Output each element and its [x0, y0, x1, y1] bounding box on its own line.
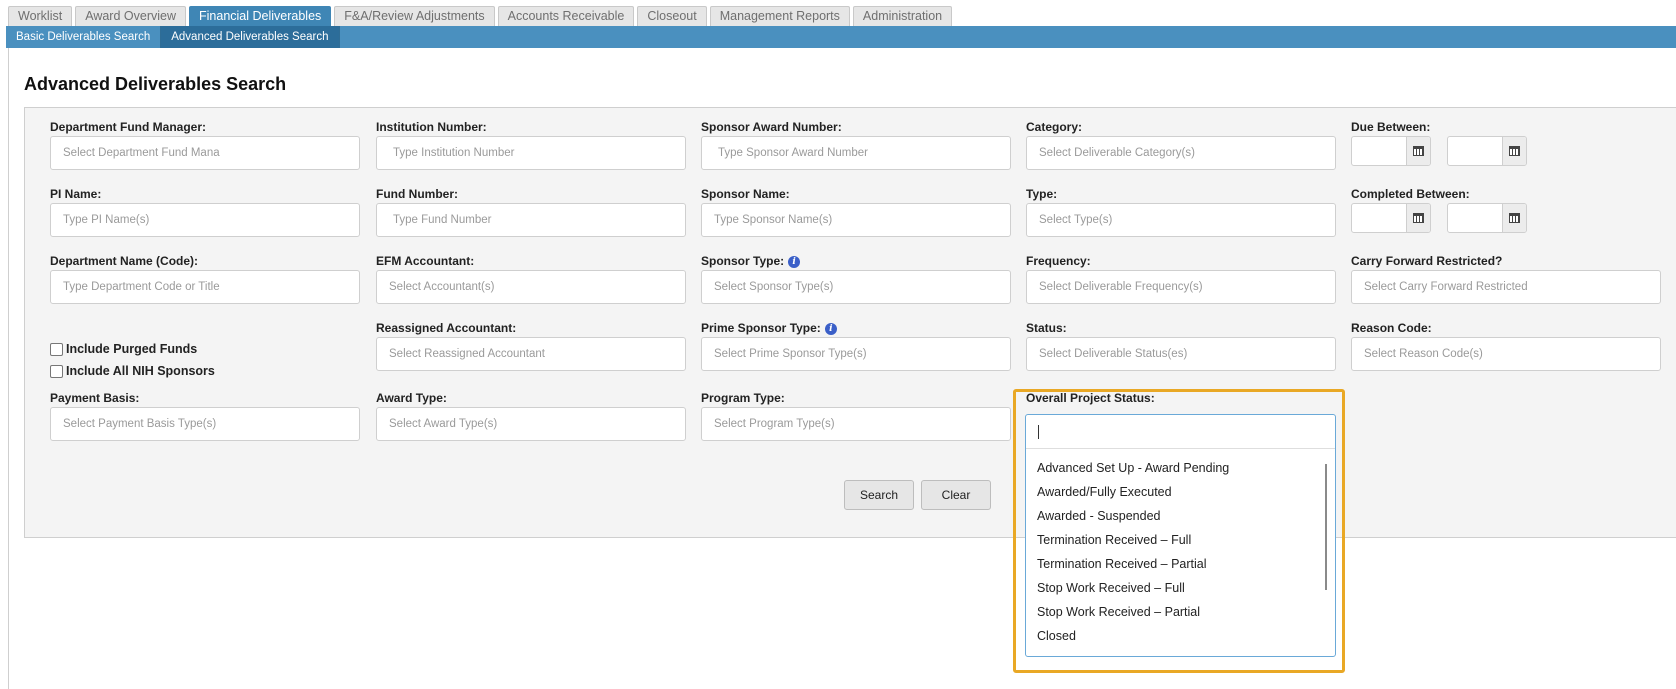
completed-between-end-date[interactable] — [1447, 203, 1527, 233]
tab-accounts-receivable[interactable]: Accounts Receivable — [497, 6, 635, 26]
award-type-label: Award Type: — [376, 391, 447, 405]
status-option[interactable]: Advanced Set Up - Award Pending — [1037, 459, 1229, 483]
include-purged-checkbox[interactable] — [50, 342, 63, 356]
due-between-end-date[interactable] — [1447, 136, 1527, 166]
status-option[interactable]: Awarded - Suspended — [1037, 507, 1229, 531]
status-option[interactable]: Awarded/Fully Executed — [1037, 483, 1229, 507]
completed-start-calendar-button[interactable] — [1406, 204, 1430, 232]
search-button[interactable]: Search — [844, 480, 914, 510]
status-option[interactable]: Stop Work Received – Full — [1037, 579, 1229, 603]
tab-financial-deliverables[interactable]: Financial Deliverables — [189, 6, 332, 26]
sponsor-name-label: Sponsor Name: — [701, 187, 790, 201]
efm-accountant-label: EFM Accountant: — [376, 254, 475, 268]
payment-basis-field[interactable]: Select Payment Basis Type(s) — [50, 407, 360, 441]
reason-code-field[interactable]: Select Reason Code(s) — [1351, 337, 1661, 371]
sponsor-award-number-label: Sponsor Award Number: — [701, 120, 842, 134]
frequency-field[interactable]: Select Deliverable Frequency(s) — [1026, 270, 1336, 304]
program-type-label: Program Type: — [701, 391, 785, 405]
sponsor-award-number-field[interactable]: Type Sponsor Award Number — [701, 136, 1011, 170]
subtab-advanced-search[interactable]: Advanced Deliverables Search — [161, 26, 340, 48]
reason-code-label: Reason Code: — [1351, 321, 1432, 335]
status-label: Status: — [1026, 321, 1067, 335]
department-name-field[interactable]: Type Department Code or Title — [50, 270, 360, 304]
calendar-icon — [1509, 213, 1520, 223]
department-name-label: Department Name (Code): — [50, 254, 199, 268]
status-option[interactable]: Stop Work Received – Partial — [1037, 603, 1229, 627]
pi-name-label: PI Name: — [50, 187, 102, 201]
fund-number-field[interactable]: Type Fund Number — [376, 203, 686, 237]
tab-management-reports[interactable]: Management Reports — [709, 6, 850, 26]
include-nih-checkbox[interactable] — [50, 364, 63, 378]
tab-worklist[interactable]: Worklist — [8, 6, 73, 26]
tab-fa-review-adjustments[interactable]: F&A/Review Adjustments — [334, 6, 495, 26]
tab-closeout[interactable]: Closeout — [637, 6, 707, 26]
include-nih-row: Include All NIH Sponsors — [50, 364, 215, 378]
due-between-label: Due Between: — [1351, 120, 1431, 134]
reassigned-accountant-label: Reassigned Accountant: — [376, 321, 517, 335]
sponsor-type-label-text: Sponsor Type: — [701, 254, 785, 268]
dept-fund-manager-label: Department Fund Manager: — [50, 120, 207, 134]
calendar-icon — [1413, 213, 1424, 223]
sponsor-name-field[interactable]: Type Sponsor Name(s) — [701, 203, 1011, 237]
category-label: Category: — [1026, 120, 1083, 134]
prime-sponsor-type-label: Prime Sponsor Type: i — [701, 321, 837, 335]
status-option[interactable]: Termination Received – Full — [1037, 531, 1229, 555]
due-start-calendar-button[interactable] — [1406, 137, 1430, 165]
prime-sponsor-type-label-text: Prime Sponsor Type: — [701, 321, 821, 335]
institution-number-label: Institution Number: — [376, 120, 487, 134]
category-field[interactable]: Select Deliverable Category(s) — [1026, 136, 1336, 170]
subtab-basic-search[interactable]: Basic Deliverables Search — [6, 26, 162, 48]
tab-award-overview[interactable]: Award Overview — [75, 6, 186, 26]
pi-name-field[interactable]: Type PI Name(s) — [50, 203, 360, 237]
efm-accountant-field[interactable]: Select Accountant(s) — [376, 270, 686, 304]
status-field[interactable]: Select Deliverable Status(es) — [1026, 337, 1336, 371]
overall-project-status-input[interactable] — [1026, 415, 1335, 449]
completed-between-label: Completed Between: — [1351, 187, 1470, 201]
program-type-field[interactable]: Select Program Type(s) — [701, 407, 1011, 441]
institution-number-field[interactable]: Type Institution Number — [376, 136, 686, 170]
type-label: Type: — [1026, 187, 1058, 201]
sponsor-type-field[interactable]: Select Sponsor Type(s) — [701, 270, 1011, 304]
completed-end-calendar-button[interactable] — [1502, 204, 1526, 232]
tab-administration[interactable]: Administration — [852, 6, 953, 26]
include-purged-row: Include Purged Funds — [50, 342, 197, 356]
status-option[interactable]: Closed — [1037, 627, 1229, 651]
due-between-start-date[interactable] — [1351, 136, 1431, 166]
dropdown-scrollbar[interactable] — [1325, 464, 1327, 590]
calendar-icon — [1413, 146, 1424, 156]
status-option[interactable]: Termination Received – Partial — [1037, 555, 1229, 579]
text-cursor — [1038, 425, 1039, 439]
clear-button[interactable]: Clear — [921, 480, 991, 510]
award-type-field[interactable]: Select Award Type(s) — [376, 407, 686, 441]
reassigned-accountant-field[interactable]: Select Reassigned Accountant — [376, 337, 686, 371]
info-icon[interactable]: i — [788, 255, 801, 268]
calendar-icon — [1509, 146, 1520, 156]
dept-fund-manager-field[interactable]: Select Department Fund Mana — [50, 136, 360, 170]
overall-project-status-dropdown[interactable]: Advanced Set Up - Award Pending Awarded/… — [1025, 414, 1336, 657]
carry-forward-field[interactable]: Select Carry Forward Restricted — [1351, 270, 1661, 304]
sub-navigation: Basic Deliverables Search Advanced Deliv… — [6, 26, 1676, 48]
include-nih-label: Include All NIH Sponsors — [66, 364, 215, 378]
main-tabs: Worklist Award Overview Financial Delive… — [8, 6, 953, 26]
prime-sponsor-type-field[interactable]: Select Prime Sponsor Type(s) — [701, 337, 1011, 371]
page-left-border — [8, 48, 9, 689]
status-options-list: Advanced Set Up - Award Pending Awarded/… — [1037, 459, 1229, 651]
page-title: Advanced Deliverables Search — [24, 74, 287, 94]
sponsor-type-label: Sponsor Type: i — [701, 254, 801, 268]
fund-number-label: Fund Number: — [376, 187, 458, 201]
info-icon[interactable]: i — [824, 322, 837, 335]
carry-forward-label: Carry Forward Restricted? — [1351, 254, 1503, 268]
include-purged-label: Include Purged Funds — [66, 342, 198, 356]
type-field[interactable]: Select Type(s) — [1026, 203, 1336, 237]
payment-basis-label: Payment Basis: — [50, 391, 140, 405]
search-form-panel: Department Fund Manager: Select Departme… — [24, 107, 1676, 538]
frequency-label: Frequency: — [1026, 254, 1091, 268]
due-end-calendar-button[interactable] — [1502, 137, 1526, 165]
completed-between-start-date[interactable] — [1351, 203, 1431, 233]
